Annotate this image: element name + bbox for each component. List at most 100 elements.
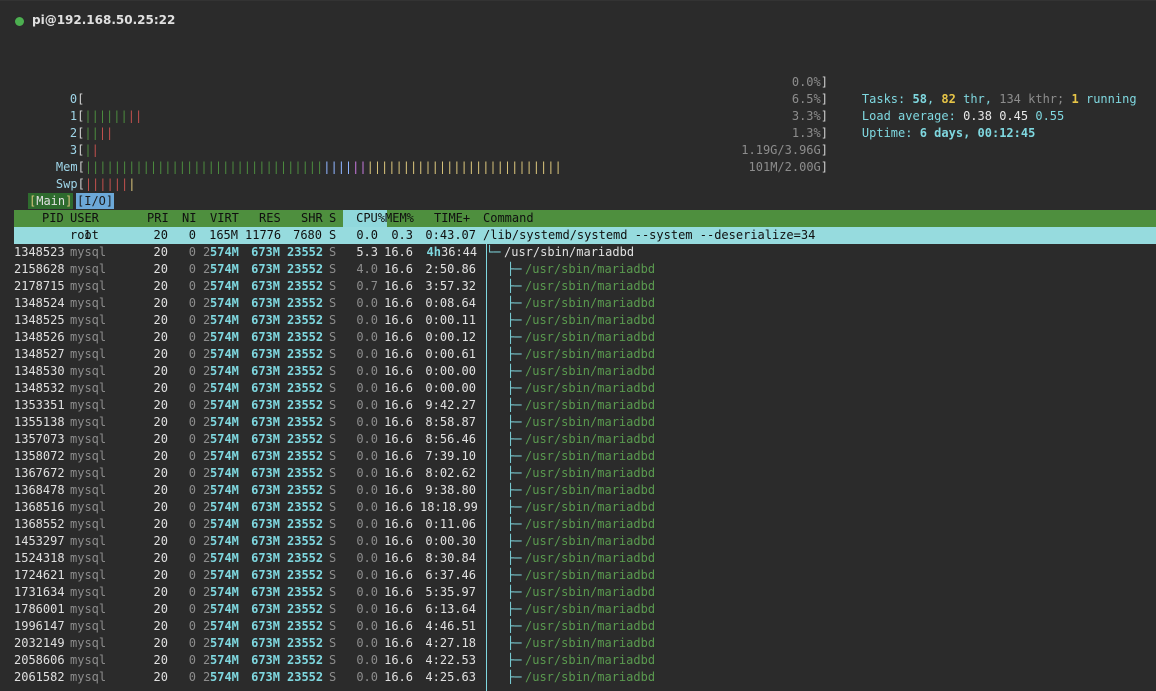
table-row[interactable]: 1348527 mysql 20 0 2 574M 673M 23552 S 0.0 16.6 0:0… [14, 346, 1156, 363]
table-row[interactable]: 1368516 mysql 20 0 2 574M 673M 23552 S 0.0 16.6 18:… [14, 499, 1156, 516]
cell-virt: 574M [210, 398, 239, 412]
cell-cpu: 0.0 [356, 551, 378, 565]
cell-virt: 574M [210, 313, 239, 327]
cell-virt: 574M [210, 619, 239, 633]
column-res[interactable]: RES [259, 210, 281, 227]
cell-ni: 0 [188, 296, 196, 310]
terminal[interactable]: 0[ 1[|||||||| 2[|||| 3[|| Mem[||||||||||… [0, 0, 1156, 691]
table-row[interactable]: 1348532 mysql 20 0 2 574M 673M 23552 S 0.0 16.6 0:0… [14, 380, 1156, 397]
cell-user: mysql [70, 415, 107, 429]
table-row[interactable]: 1453297 mysql 20 0 2 574M 673M 23552 S 0.0 16.6 0:0… [14, 533, 1156, 550]
cell-state: S [329, 517, 337, 531]
cell-time: 0:00.30 [425, 534, 476, 548]
cell-pid: 1786001 [14, 602, 65, 616]
cell-tree: ├─ [507, 313, 522, 327]
cell-shr: 23552 [287, 602, 324, 616]
cpu-meter-2-value: 3.3%] [791, 109, 828, 123]
cell-cpu: 0.0 [356, 432, 378, 446]
cpu-meter-2: 2[|||| [69, 126, 114, 140]
cell-pri: 20 [153, 602, 168, 616]
cell-command: /usr/sbin/mariadbd [525, 279, 656, 293]
table-row[interactable]: 1357073 mysql 20 0 2 574M 673M 23552 S 0.0 16.6 8:5… [14, 431, 1156, 448]
column-mem[interactable]: MEM% [385, 210, 414, 227]
cell-shr: 23552 [287, 517, 324, 531]
cell-cpu: 0.0 [356, 602, 378, 616]
table-row[interactable]: 1353351 mysql 20 0 2 574M 673M 23552 S 0.0 16.6 9:4… [14, 397, 1156, 414]
cell-cpu: 0.0 [356, 364, 378, 378]
cell-virt: 574M [210, 653, 239, 667]
table-row[interactable]: 1524318 mysql 20 0 2 574M 673M 23552 S 0.0 16.6 8:3… [14, 550, 1156, 567]
cell-res: 673M [251, 517, 280, 531]
cell-virt-prefix: 2 [203, 347, 211, 361]
column-time[interactable]: TIME+ [434, 210, 470, 227]
column-pri[interactable]: PRI [147, 210, 169, 227]
cell-ni: 0 [188, 347, 196, 361]
table-row[interactable]: 1724621 mysql 20 0 2 574M 673M 23552 S 0.0 16.6 6:3… [14, 567, 1156, 584]
swp-meter-label: Swp [55, 177, 78, 191]
cell-tree: ├─ [507, 483, 522, 497]
table-row[interactable]: 2158628 mysql 20 0 2 574M 673M 23552 S 4.0 16.6 2:5… [14, 261, 1156, 278]
column-pid[interactable]: PID [42, 210, 64, 227]
cell-pri: 20 [153, 245, 168, 259]
table-row[interactable]: 1348530 mysql 20 0 2 574M 673M 23552 S 0.0 16.6 0:0… [14, 363, 1156, 380]
cell-tree: ├─ [507, 670, 522, 684]
cell-cpu: 0.0 [356, 313, 378, 327]
table-row[interactable]: 1355138 mysql 20 0 2 574M 673M 23552 S 0.0 16.6 8:5… [14, 414, 1156, 431]
table-row[interactable]: 1367672 mysql 20 0 2 574M 673M 23552 S 0.0 16.6 8:0… [14, 465, 1156, 482]
cell-state: S [329, 636, 337, 650]
column-shr[interactable]: SHR [301, 210, 323, 227]
cell-virt: 574M [210, 568, 239, 582]
column-command[interactable]: Command [483, 210, 534, 227]
cell-virt: 574M [210, 636, 239, 650]
table-row[interactable]: 1348524 mysql 20 0 2 574M 673M 23552 S 0.0 16.6 0:0… [14, 295, 1156, 312]
table-row[interactable]: 1996147 mysql 20 0 2 574M 673M 23552 S 0.0 16.6 4:4… [14, 618, 1156, 635]
cell-pid: 1355138 [14, 415, 65, 429]
cell-shr: 23552 [287, 585, 324, 599]
table-row[interactable]: 2178715 mysql 20 0 2 574M 673M 23552 S 0.7 16.6 3:5… [14, 278, 1156, 295]
column-cpu[interactable]: CPU% [343, 210, 387, 227]
table-row[interactable]: 1368478 mysql 20 0 2 574M 673M 23552 S 0.0 16.6 9:3… [14, 482, 1156, 499]
table-row[interactable]: 2058606 mysql 20 0 2 574M 673M 23552 S 0.0 16.6 4:2… [14, 652, 1156, 669]
table-row-selected[interactable]: 1 root 20 0 165M 11776 7680 S 0.0 0.3 0:… [14, 227, 1156, 244]
cell-command: /usr/sbin/mariadbd [525, 449, 656, 463]
column-user[interactable]: USER [70, 210, 99, 227]
table-row[interactable]: 1358072 mysql 20 0 2 574M 673M 23552 S 0.0 16.6 7:3… [14, 448, 1156, 465]
cell-mem: 16.6 [384, 296, 413, 310]
tab-io[interactable]: [I/O] [76, 193, 115, 209]
table-row[interactable]: 2032149 mysql 20 0 2 574M 673M 23552 S 0.0 16.6 4:2… [14, 635, 1156, 652]
cell-cpu: 5.3 [356, 245, 378, 259]
column-state[interactable]: S [329, 210, 336, 227]
cell-user: mysql [70, 313, 107, 327]
cell-state: S [329, 347, 337, 361]
cell-user: mysql [70, 279, 107, 293]
cell-mem: 16.6 [384, 534, 413, 548]
cell-command: /usr/sbin/mariadbd [525, 347, 656, 361]
tab-main[interactable]: [Main] [28, 193, 74, 209]
column-virt[interactable]: VIRT [210, 210, 239, 227]
cell-pri: 20 [153, 381, 168, 395]
table-row[interactable]: 2061582 mysql 20 0 2 574M 673M 23552 S 0.0 16.6 4:2… [14, 669, 1156, 686]
cell-command: /lib/systemd/systemd --system --deserial… [483, 228, 816, 242]
cell-ni: 0 [188, 381, 196, 395]
table-row[interactable]: 1348523 mysql 20 0 2 574M 673M 23552 S 5.3 16.6 4h 3… [14, 244, 1156, 261]
cell-command: /usr/sbin/mariadbd [525, 313, 656, 327]
cell-user: mysql [70, 347, 107, 361]
table-row[interactable]: 1368552 mysql 20 0 2 574M 673M 23552 S 0.0 16.6 0:1… [14, 516, 1156, 533]
cell-time: 0:00.00 [425, 381, 476, 395]
cell-cpu: 0.0 [356, 330, 378, 344]
cell-pri: 20 [153, 619, 168, 633]
column-ni[interactable]: NI [182, 210, 196, 227]
cell-shr: 23552 [287, 670, 324, 684]
cell-shr: 23552 [287, 483, 324, 497]
table-row[interactable]: 1348526 mysql 20 0 2 574M 673M 23552 S 0.0 16.6 0:0… [14, 329, 1156, 346]
cell-state: S [329, 398, 337, 412]
cell-virt-prefix: 2 [203, 449, 211, 463]
cell-mem: 16.6 [384, 347, 413, 361]
cell-cpu: 4.0 [356, 262, 378, 276]
cell-res: 673M [251, 670, 280, 684]
cell-ni: 0 [188, 415, 196, 429]
table-row[interactable]: 1731634 mysql 20 0 2 574M 673M 23552 S 0.0 16.6 5:3… [14, 584, 1156, 601]
table-row[interactable]: 1786001 mysql 20 0 2 574M 673M 23552 S 0.0 16.6 6:1… [14, 601, 1156, 618]
cell-pid: 1348524 [14, 296, 65, 310]
table-row[interactable]: 1348525 mysql 20 0 2 574M 673M 23552 S 0.0 16.6 0:0… [14, 312, 1156, 329]
